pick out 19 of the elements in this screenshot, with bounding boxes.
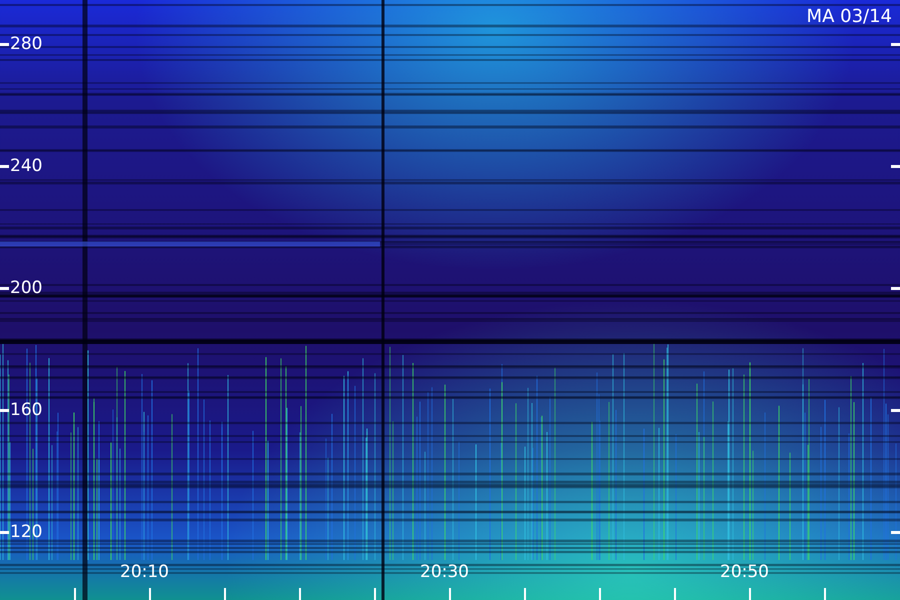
tick-mark <box>891 531 900 534</box>
chart-label: MA 03/14 <box>806 6 892 27</box>
tick-mark <box>0 287 9 290</box>
tick-mark <box>891 165 900 168</box>
tick-mark <box>891 409 900 412</box>
axis-label: 20:30 <box>420 562 469 582</box>
axis-label: 240 <box>10 156 42 176</box>
tick-mark <box>0 165 9 168</box>
tick-mark <box>891 287 900 290</box>
axis-label: 200 <box>10 278 42 298</box>
axis-label: 120 <box>10 522 42 542</box>
tick-mark <box>0 409 9 412</box>
tick-mark <box>891 43 900 46</box>
axis-label: 280 <box>10 34 42 54</box>
axis-label: 20:10 <box>120 562 169 582</box>
axis-label: 20:50 <box>720 562 769 582</box>
tick-mark <box>0 43 9 46</box>
tick-mark <box>0 531 9 534</box>
axis-label: 160 <box>10 400 42 420</box>
